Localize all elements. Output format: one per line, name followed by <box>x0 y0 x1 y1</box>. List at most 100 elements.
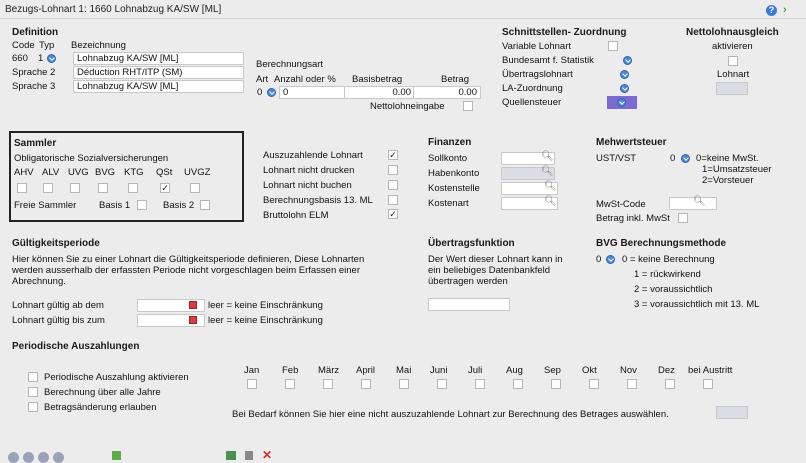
periodisch-aktivieren-checkbox[interactable] <box>28 372 38 382</box>
quellensteuer-field[interactable] <box>607 96 637 109</box>
month-sep-checkbox[interactable] <box>551 379 561 389</box>
bvg-spin-icon[interactable] <box>606 255 615 264</box>
calendar-icon[interactable] <box>189 316 197 324</box>
month-juli-checkbox[interactable] <box>475 379 485 389</box>
month-label-dez: Dez <box>658 365 675 376</box>
betrag-input[interactable]: 0.00 <box>413 86 481 99</box>
kostenart-search-icon[interactable]: 🔍︎ <box>544 196 557 207</box>
bezeichnung-3-input[interactable]: Lohnabzug KA/SW [ML] <box>73 80 244 93</box>
nicht-buchen-label: Lohnart nicht buchen <box>263 180 352 191</box>
month-aug-checkbox[interactable] <box>513 379 523 389</box>
betrag-inkl-mwst-checkbox[interactable] <box>678 213 688 223</box>
month-mai-checkbox[interactable] <box>399 379 409 389</box>
bezeichnung-2-input[interactable]: Déduction RHT/ITP (SM) <box>73 66 244 79</box>
periodisch-header: Periodische Auszahlungen <box>12 341 140 352</box>
basis1-checkbox[interactable] <box>137 200 147 210</box>
nettolohn-lohnart-input[interactable] <box>716 82 748 95</box>
month-label-juli: Juli <box>468 365 483 376</box>
kostenart-label: Kostenart <box>428 198 469 209</box>
sammler-alv-checkbox[interactable] <box>43 183 53 193</box>
variable-lohnart-checkbox[interactable] <box>608 41 618 51</box>
sammler-subheader: Obligatorische Sozialversicherungen <box>14 153 169 164</box>
month-label-sep: Sep <box>544 365 561 376</box>
mwst-legend-2: 2=Vorsteuer <box>702 175 754 186</box>
periodisch-lohnart-input[interactable] <box>716 406 748 419</box>
sammler-bvg-checkbox[interactable] <box>98 183 108 193</box>
sammler-col-bvg: BVG <box>95 167 116 178</box>
bundesamt-statistik-label: Bundesamt f. Statistik <box>502 55 594 66</box>
habenkonto-label: Habenkonto <box>428 168 480 179</box>
month-austritt-checkbox[interactable] <box>703 379 713 389</box>
quellensteuer-spin-icon[interactable] <box>617 98 626 107</box>
gueltig-ab-hint: leer = keine Einschränkung <box>208 300 323 311</box>
month-maerz-checkbox[interactable] <box>323 379 333 389</box>
arrow-right-icon[interactable]: › <box>783 4 787 16</box>
gueltig-ab-label: Lohnart gültig ab dem <box>12 300 104 311</box>
kostenstelle-label: Kostenstelle <box>428 183 480 194</box>
auszuzahlende-lohnart-checkbox[interactable]: ✓ <box>388 150 398 160</box>
sammler-ahv-checkbox[interactable] <box>17 183 27 193</box>
col-basisbetrag-label: Basisbetrag <box>352 74 403 85</box>
month-april-checkbox[interactable] <box>361 379 371 389</box>
typ-value[interactable]: 1 <box>38 53 43 64</box>
code-value[interactable]: 660 <box>12 53 28 64</box>
month-feb-checkbox[interactable] <box>285 379 295 389</box>
kostenstelle-search-icon[interactable]: 🔍︎ <box>544 181 557 192</box>
month-dez-checkbox[interactable] <box>665 379 675 389</box>
nettolohneingabe-checkbox[interactable] <box>463 101 473 111</box>
ust-vst-spin-icon[interactable] <box>681 154 690 163</box>
uebertragslohnart-spin-icon[interactable] <box>620 70 629 79</box>
typ-spin-icon[interactable] <box>47 54 56 63</box>
art-value[interactable]: 0 <box>257 87 262 98</box>
nettolohn-aktivieren-checkbox[interactable] <box>728 56 738 66</box>
calendar-icon[interactable] <box>189 301 197 309</box>
gueltigkeit-header: Gültigkeitsperiode <box>12 238 100 249</box>
bvg-value[interactable]: 0 <box>596 254 601 265</box>
ust-vst-value[interactable]: 0 <box>670 153 675 164</box>
sammler-qst-checkbox[interactable]: ✓ <box>160 183 170 193</box>
sammler-ktg-checkbox[interactable] <box>128 183 138 193</box>
toolbar-delete-icon[interactable]: ✕ <box>262 448 272 462</box>
month-nov-checkbox[interactable] <box>627 379 637 389</box>
basisbetrag-input[interactable]: 0.00 <box>344 86 415 99</box>
sammler-uvg-checkbox[interactable] <box>70 183 80 193</box>
month-jan-checkbox[interactable] <box>247 379 257 389</box>
month-juni-checkbox[interactable] <box>437 379 447 389</box>
schnittstellen-header: Schnittstellen- Zuordnung <box>502 27 627 38</box>
toolbar-next-icon[interactable] <box>38 452 49 463</box>
sammler-uvgz-checkbox[interactable] <box>190 183 200 193</box>
auszuzahlende-lohnart-label: Auszuzahlende Lohnart <box>263 150 363 161</box>
la-zuordnung-spin-icon[interactable] <box>620 84 629 93</box>
bezeichnung-1-input[interactable]: Lohnabzug KA/SW [ML] <box>73 52 244 65</box>
ust-vst-label: UST/VST <box>596 153 637 164</box>
mwst-code-search-icon[interactable]: 🔍︎ <box>693 196 706 207</box>
toolbar-last-icon[interactable] <box>53 452 64 463</box>
nicht-drucken-checkbox[interactable] <box>388 165 398 175</box>
periodisch-hint: Bei Bedarf können Sie hier eine nicht au… <box>232 409 669 420</box>
art-spin-icon[interactable] <box>267 88 276 97</box>
habenkonto-search-icon[interactable]: 🔍︎ <box>541 166 554 177</box>
month-label-april: April <box>356 365 376 376</box>
betragsaenderung-label: Betragsänderung erlauben <box>44 402 157 413</box>
basis2-checkbox[interactable] <box>200 200 210 210</box>
betragsaenderung-checkbox[interactable] <box>28 402 38 412</box>
help-icon[interactable]: ? <box>766 5 777 16</box>
bundesamt-spin-icon[interactable] <box>623 56 632 65</box>
month-label-mai: Mai <box>396 365 412 376</box>
uebertrag-header: Übertragsfunktion <box>428 238 515 249</box>
bruttolohn-elm-checkbox[interactable]: ✓ <box>388 209 398 219</box>
sollkonto-search-icon[interactable]: 🔍︎ <box>541 151 554 162</box>
month-okt-checkbox[interactable] <box>589 379 599 389</box>
toolbar-first-icon[interactable] <box>8 452 19 463</box>
sammler-col-ktg: KTG <box>124 167 144 178</box>
uebertrag-field-input[interactable] <box>428 298 510 311</box>
uebertrag-text-1: Der Wert dieser Lohnart kann in <box>428 254 563 265</box>
ueber-alle-jahre-checkbox[interactable] <box>28 387 38 397</box>
nicht-buchen-checkbox[interactable] <box>388 180 398 190</box>
nettolohnausgleich-header: Nettolohnausgleich <box>686 27 779 38</box>
berechnungsbasis-13ml-checkbox[interactable] <box>388 195 398 205</box>
berechnungsart-label: Berechnungsart <box>256 59 324 70</box>
toolbar-prev-icon[interactable] <box>23 452 34 463</box>
anzahl-input[interactable]: 0 <box>279 86 347 99</box>
bvg-header: BVG Berechnungsmethode <box>596 238 727 249</box>
